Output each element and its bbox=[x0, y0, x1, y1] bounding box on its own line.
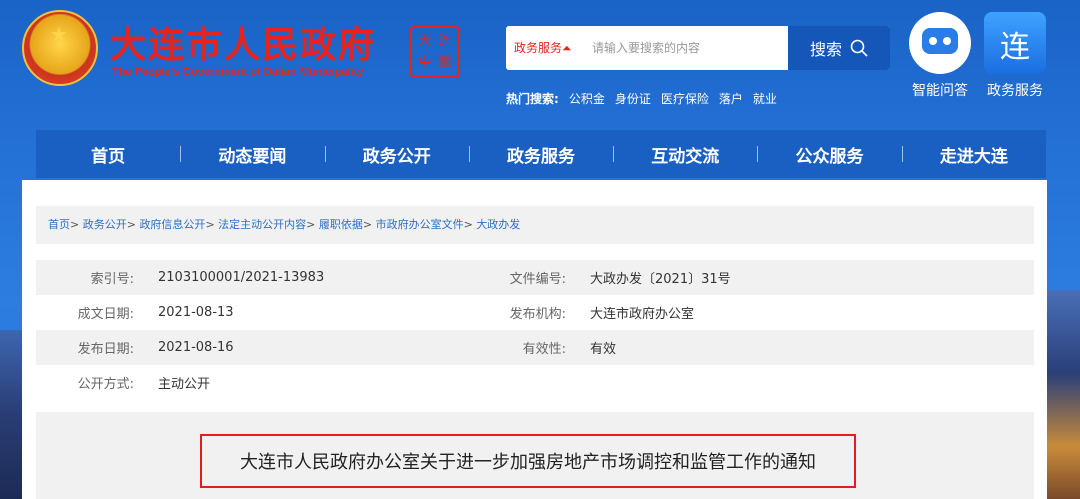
search-bar: 政务服务⏶ 搜索 bbox=[506, 26, 890, 70]
nav-item-about-dalian[interactable]: 走进大连 bbox=[901, 142, 1046, 167]
smart-qa-button[interactable]: 智能问答 bbox=[908, 12, 972, 100]
doc-no-value: 大政办发〔2021〕31号 bbox=[590, 272, 731, 287]
date-value: 2021-08-13 bbox=[158, 305, 234, 320]
site-title-en: The People's Government of Dalian Munici… bbox=[112, 66, 364, 78]
meta-row: 发布日期: 2021-08-16 有效性: 有效 bbox=[36, 330, 1034, 365]
site-title[interactable]: 大连市人民政府 bbox=[110, 16, 376, 68]
hot-search-item[interactable]: 就业 bbox=[753, 90, 777, 107]
doc-no-label: 文件编号: bbox=[509, 272, 566, 287]
org-value: 大连市政府办公室 bbox=[590, 307, 695, 322]
meta-row: 公开方式: 主动公开 bbox=[36, 365, 1034, 400]
breadcrumb-item[interactable]: 大政办发 bbox=[476, 218, 520, 231]
star-icon: ★ bbox=[50, 22, 68, 46]
breadcrumb: 首页> 政务公开> 政府信息公开> 法定主动公开内容> 履职依据> 市政府办公室… bbox=[36, 206, 1034, 244]
gov-service-button[interactable]: 连 政务服务 bbox=[983, 12, 1047, 100]
valid-value: 有效 bbox=[590, 342, 617, 357]
breadcrumb-item[interactable]: 首页 bbox=[48, 218, 70, 231]
robot-icon bbox=[909, 12, 971, 74]
national-emblem-icon: ★ bbox=[22, 10, 98, 86]
nav-item-news[interactable]: 动态要闻 bbox=[180, 142, 324, 167]
search-icon bbox=[850, 39, 868, 57]
date-label: 成文日期: bbox=[77, 307, 134, 322]
breadcrumb-item[interactable]: 市政府办公室文件 bbox=[376, 218, 464, 231]
publish-value: 2021-08-16 bbox=[158, 340, 234, 355]
hot-search-item[interactable]: 医疗保险 bbox=[661, 90, 709, 107]
search-button-label: 搜索 bbox=[809, 40, 842, 59]
nav-item-home[interactable]: 首页 bbox=[36, 142, 180, 167]
index-label: 索引号: bbox=[90, 272, 134, 287]
hot-search-label: 热门搜索: bbox=[506, 92, 559, 106]
document-title-area: 大连市人民政府办公室关于进一步加强房地产市场调控和监管工作的通知 bbox=[36, 412, 1034, 499]
search-input[interactable] bbox=[582, 26, 788, 70]
search-category-select[interactable]: 政务服务⏶ bbox=[506, 26, 582, 70]
hot-search-item[interactable]: 身份证 bbox=[615, 90, 651, 107]
org-label: 发布机构: bbox=[509, 307, 566, 322]
hot-search-item[interactable]: 公积金 bbox=[569, 90, 605, 107]
main-nav: 首页 动态要闻 政务公开 政务服务 互动交流 公众服务 走进大连 bbox=[36, 130, 1046, 178]
nav-item-gov-service[interactable]: 政务服务 bbox=[468, 142, 613, 167]
city-seal-logo: 大连中國 bbox=[410, 26, 460, 78]
smart-qa-label: 智能问答 bbox=[912, 83, 968, 99]
city-skyline-left bbox=[0, 330, 22, 499]
site-header: ★ 大连市人民政府 The People's Government of Dal… bbox=[0, 0, 1080, 125]
breadcrumb-item[interactable]: 履职依据 bbox=[319, 218, 363, 231]
nav-item-interaction[interactable]: 互动交流 bbox=[613, 142, 757, 167]
search-button[interactable]: 搜索 bbox=[788, 26, 890, 70]
document-meta-table: 索引号: 2103100001/2021-13983 文件编号: 大政办发〔20… bbox=[36, 260, 1034, 400]
breadcrumb-item[interactable]: 政府信息公开 bbox=[139, 218, 205, 231]
breadcrumb-item[interactable]: 政务公开 bbox=[83, 218, 127, 231]
nav-item-public-service[interactable]: 公众服务 bbox=[757, 142, 901, 167]
city-skyline-right bbox=[1047, 290, 1080, 499]
meta-row: 成文日期: 2021-08-13 发布机构: 大连市政府办公室 bbox=[36, 295, 1034, 330]
index-value: 2103100001/2021-13983 bbox=[158, 270, 325, 285]
meta-row: 索引号: 2103100001/2021-13983 文件编号: 大政办发〔20… bbox=[36, 260, 1034, 295]
open-label: 公开方式: bbox=[77, 377, 134, 392]
open-value: 主动公开 bbox=[158, 377, 211, 392]
service-icon: 连 bbox=[984, 12, 1046, 74]
search-category-label: 政务服务 bbox=[514, 41, 563, 55]
content-panel: 首页> 政务公开> 政府信息公开> 法定主动公开内容> 履职依据> 市政府办公室… bbox=[22, 180, 1047, 499]
nav-item-gov-open[interactable]: 政务公开 bbox=[324, 142, 469, 167]
hot-search: 热门搜索: 公积金 身份证 医疗保险 落户 就业 bbox=[506, 90, 777, 107]
caret-up-icon: ⏶ bbox=[562, 41, 572, 55]
valid-label: 有效性: bbox=[522, 342, 566, 357]
document-title: 大连市人民政府办公室关于进一步加强房地产市场调控和监管工作的通知 bbox=[200, 434, 856, 488]
hot-search-item[interactable]: 落户 bbox=[719, 90, 743, 107]
gov-service-label: 政务服务 bbox=[987, 83, 1043, 99]
publish-label: 发布日期: bbox=[77, 342, 134, 357]
breadcrumb-item[interactable]: 法定主动公开内容 bbox=[218, 218, 306, 231]
